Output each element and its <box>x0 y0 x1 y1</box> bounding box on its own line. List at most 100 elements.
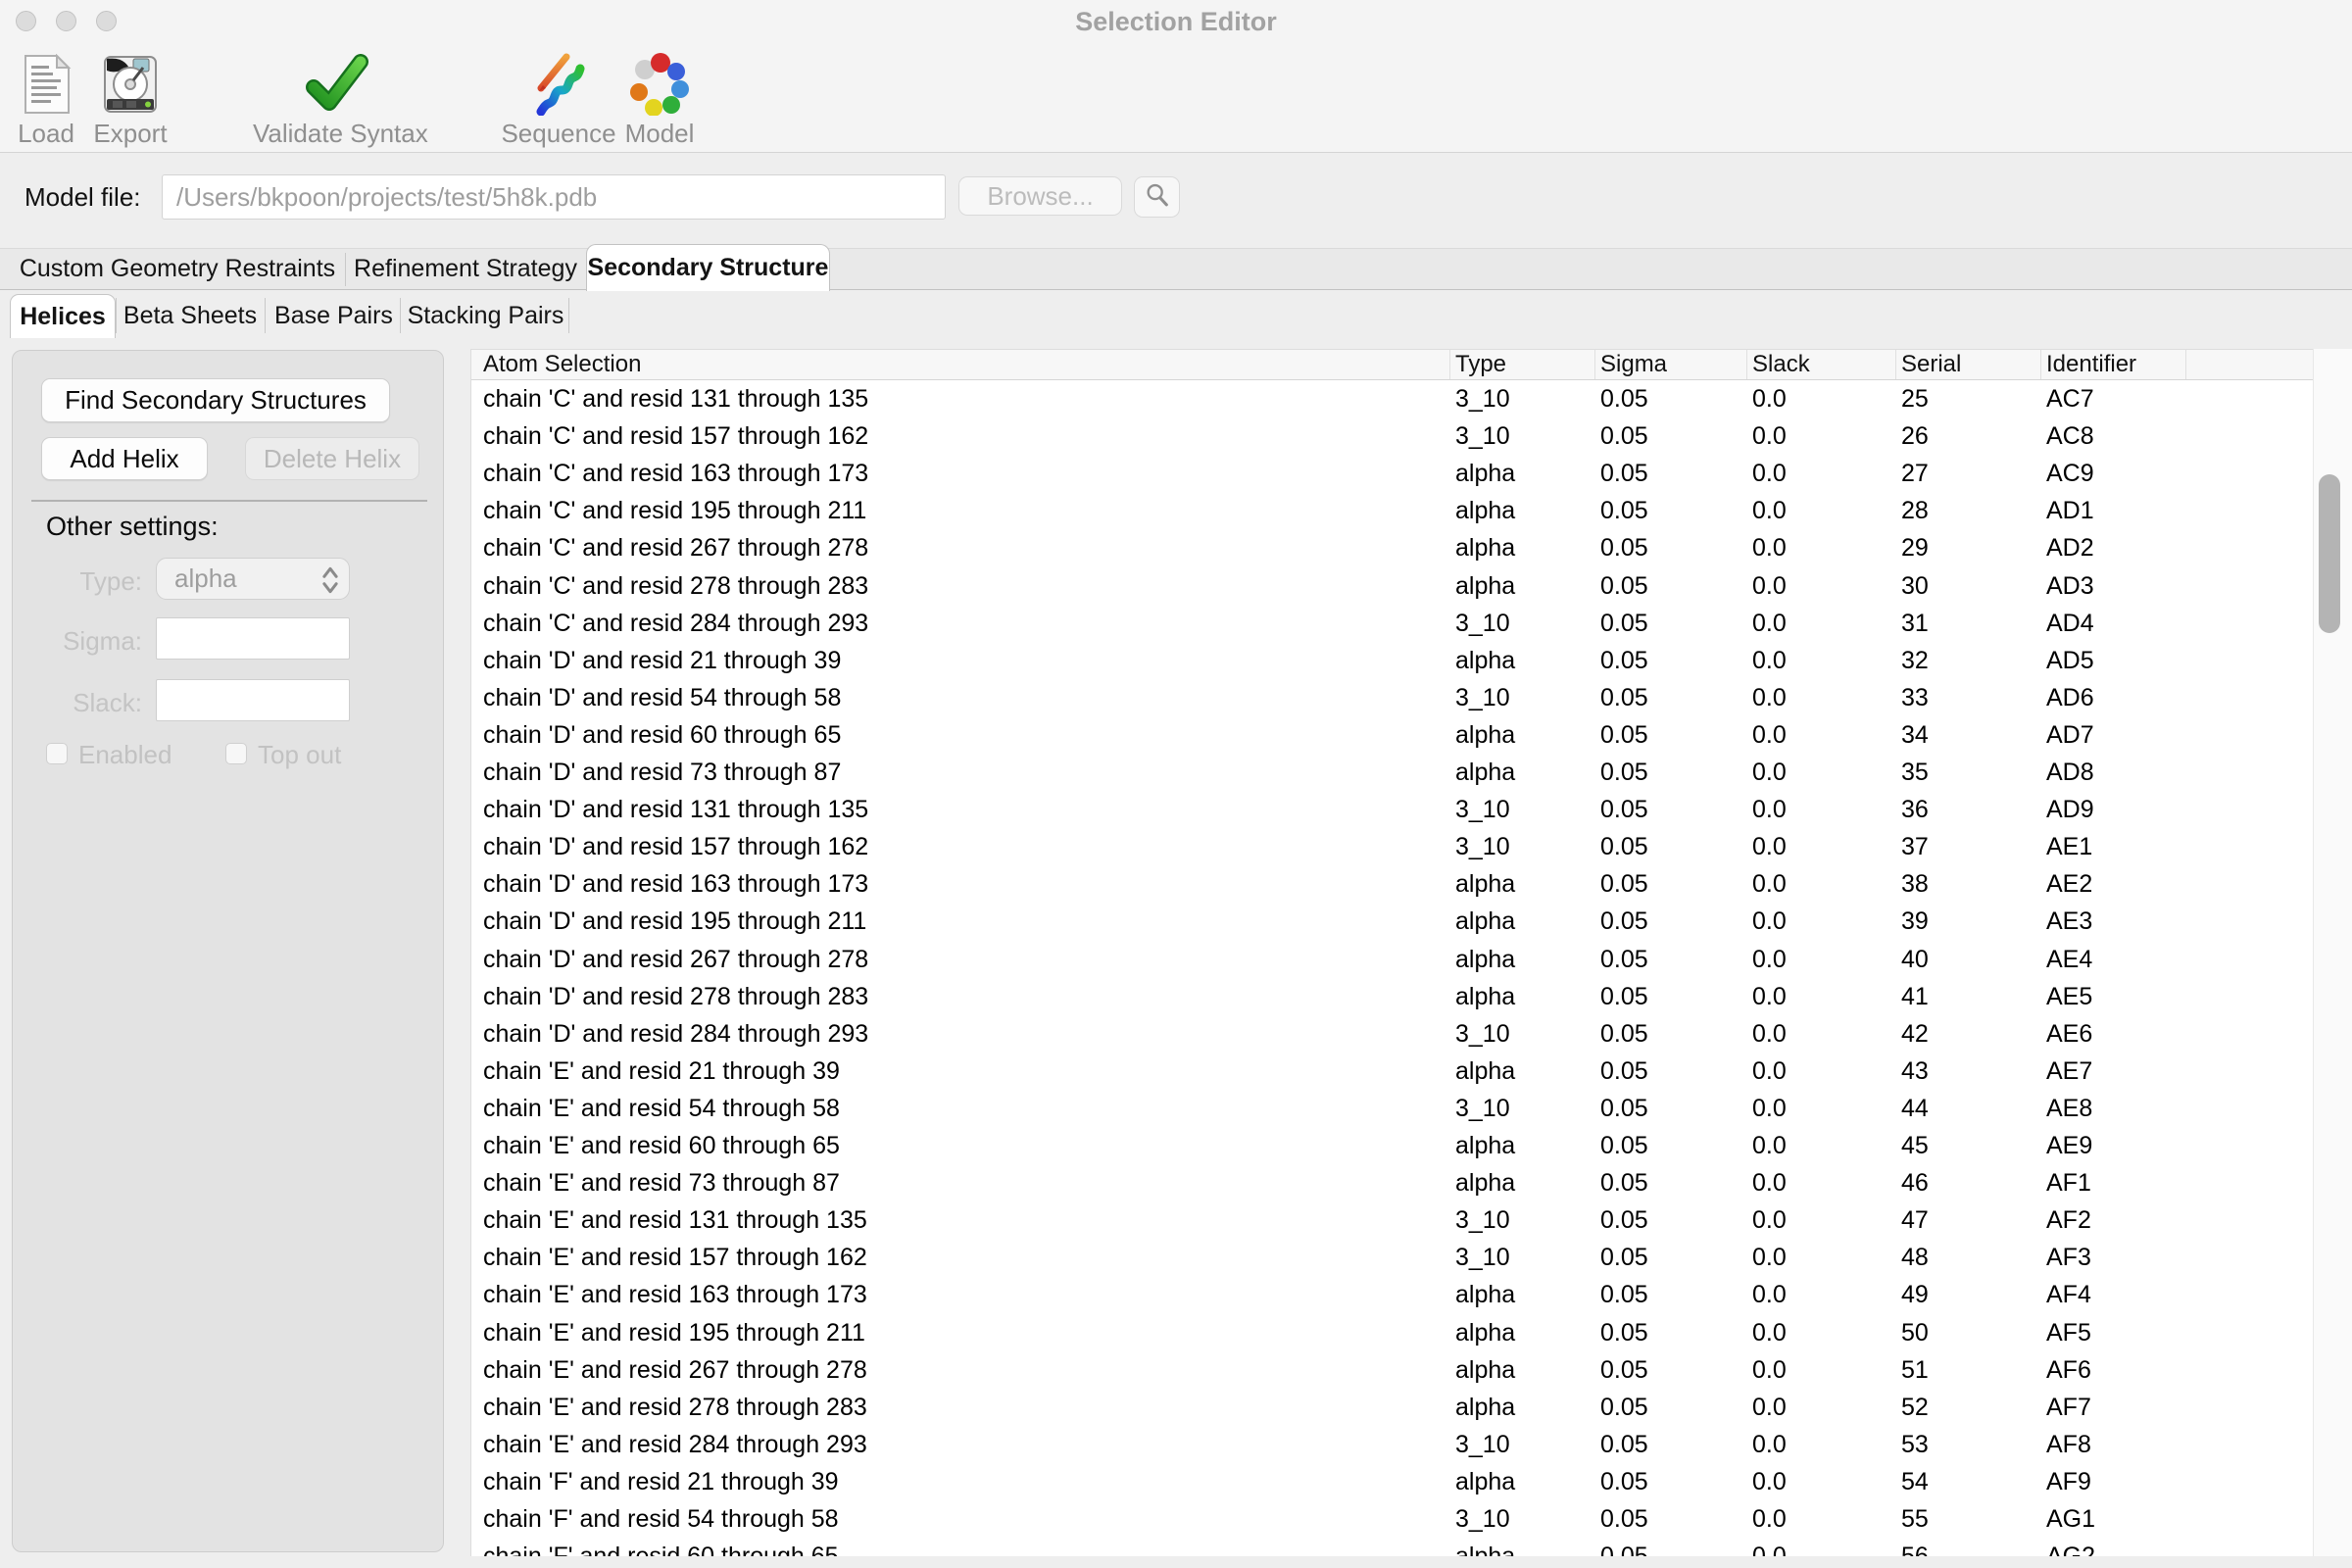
cell-slack: 0.0 <box>1752 1500 1787 1538</box>
subtab-helices[interactable]: Helices <box>10 294 116 338</box>
table-row[interactable]: chain 'E' and resid 73 through 87alpha0.… <box>471 1164 2313 1202</box>
window-title: Selection Editor <box>0 7 2352 37</box>
table-row[interactable]: chain 'D' and resid 267 through 278alpha… <box>471 941 2313 979</box>
table-row[interactable]: chain 'C' and resid 157 through 1623_100… <box>471 417 2313 456</box>
cell-type: 3_10 <box>1455 1015 1510 1053</box>
cell-identifier: AE6 <box>2046 1015 2092 1053</box>
scrollbar-thumb[interactable] <box>2319 474 2340 633</box>
column-header-slack[interactable]: Slack <box>1752 350 1810 379</box>
tab-refinement-strategy[interactable]: Refinement Strategy <box>345 249 586 289</box>
cell-identifier: AD4 <box>2046 605 2094 642</box>
column-header-sigma[interactable]: Sigma <box>1600 350 1667 379</box>
table-row[interactable]: chain 'D' and resid 73 through 87alpha0.… <box>471 754 2313 792</box>
cell-sigma: 0.05 <box>1600 865 1648 903</box>
model-file-input[interactable] <box>162 174 946 220</box>
table-row[interactable]: chain 'D' and resid 54 through 583_100.0… <box>471 679 2313 717</box>
type-label: Type: <box>13 566 142 597</box>
table-row[interactable]: chain 'D' and resid 284 through 2933_100… <box>471 1015 2313 1054</box>
table-row[interactable]: chain 'E' and resid 131 through 1353_100… <box>471 1201 2313 1240</box>
vertical-scrollbar[interactable] <box>2313 349 2352 1556</box>
find-secondary-structures-button[interactable]: Find Secondary Structures <box>41 378 390 422</box>
cell-type: alpha <box>1455 1538 1515 1556</box>
table-row[interactable]: chain 'D' and resid 278 through 283alpha… <box>471 978 2313 1016</box>
type-dropdown-value: alpha <box>174 564 237 594</box>
subtab-separator <box>400 298 401 333</box>
load-button[interactable]: Load <box>7 53 85 149</box>
cell-atom-selection: chain 'C' and resid 131 through 135 <box>483 380 868 417</box>
cell-sigma: 0.05 <box>1600 1015 1648 1053</box>
search-button[interactable] <box>1134 176 1180 218</box>
model-button[interactable]: Model <box>614 53 705 149</box>
cell-sigma: 0.05 <box>1600 1351 1648 1389</box>
table-row[interactable]: chain 'E' and resid 54 through 583_100.0… <box>471 1090 2313 1128</box>
subtab-beta-sheets[interactable]: Beta Sheets <box>120 294 261 337</box>
cell-atom-selection: chain 'E' and resid 60 through 65 <box>483 1127 840 1164</box>
cell-identifier: AE5 <box>2046 978 2092 1015</box>
table-row[interactable]: chain 'E' and resid 60 through 65alpha0.… <box>471 1127 2313 1165</box>
top-out-checkbox[interactable] <box>225 743 247 764</box>
table-row[interactable]: chain 'D' and resid 21 through 39alpha0.… <box>471 642 2313 680</box>
cell-slack: 0.0 <box>1752 1090 1787 1127</box>
column-divider <box>1449 350 1450 379</box>
delete-helix-button[interactable]: Delete Helix <box>245 437 419 480</box>
enabled-checkbox[interactable] <box>46 743 68 764</box>
table-row[interactable]: chain 'C' and resid 195 through 211alpha… <box>471 492 2313 530</box>
tab-secondary-structure[interactable]: Secondary Structure <box>586 244 830 291</box>
table-row[interactable]: chain 'E' and resid 195 through 211alpha… <box>471 1314 2313 1352</box>
table-row[interactable]: chain 'C' and resid 267 through 278alpha… <box>471 529 2313 567</box>
table-row[interactable]: chain 'F' and resid 21 through 39alpha0.… <box>471 1463 2313 1501</box>
magnifier-icon <box>1144 181 1171 214</box>
table-row[interactable]: chain 'F' and resid 54 through 583_100.0… <box>471 1500 2313 1539</box>
sequence-button[interactable]: Sequence <box>498 53 619 149</box>
column-header-atom-selection[interactable]: Atom Selection <box>483 350 641 379</box>
cell-slack: 0.0 <box>1752 1164 1787 1201</box>
table-row[interactable]: chain 'E' and resid 157 through 1623_100… <box>471 1239 2313 1277</box>
table-row[interactable]: chain 'F' and resid 60 through 65alpha0.… <box>471 1538 2313 1556</box>
add-helix-button[interactable]: Add Helix <box>41 437 208 480</box>
cell-serial: 40 <box>1901 941 1929 978</box>
table-row[interactable]: chain 'D' and resid 157 through 1623_100… <box>471 828 2313 866</box>
table-row[interactable]: chain 'D' and resid 163 through 173alpha… <box>471 865 2313 904</box>
table-row[interactable]: chain 'E' and resid 163 through 173alpha… <box>471 1276 2313 1314</box>
table-row[interactable]: chain 'D' and resid 195 through 211alpha… <box>471 903 2313 941</box>
table-row[interactable]: chain 'E' and resid 267 through 278alpha… <box>471 1351 2313 1390</box>
cell-type: 3_10 <box>1455 791 1510 828</box>
cell-sigma: 0.05 <box>1600 941 1648 978</box>
cell-serial: 42 <box>1901 1015 1929 1053</box>
cell-atom-selection: chain 'C' and resid 195 through 211 <box>483 492 866 529</box>
cell-serial: 52 <box>1901 1389 1929 1426</box>
column-header-identifier[interactable]: Identifier <box>2046 350 2136 379</box>
table-row[interactable]: chain 'C' and resid 163 through 173alpha… <box>471 455 2313 493</box>
cell-identifier: AF2 <box>2046 1201 2091 1239</box>
cell-identifier: AE4 <box>2046 941 2092 978</box>
table-row[interactable]: chain 'C' and resid 278 through 283alpha… <box>471 567 2313 606</box>
cell-type: 3_10 <box>1455 1239 1510 1276</box>
subtab-base-pairs[interactable]: Base Pairs <box>270 294 397 337</box>
table-row[interactable]: chain 'E' and resid 284 through 2933_100… <box>471 1426 2313 1464</box>
table-row[interactable]: chain 'C' and resid 284 through 2933_100… <box>471 605 2313 643</box>
cell-slack: 0.0 <box>1752 903 1787 940</box>
table-row[interactable]: chain 'C' and resid 131 through 1353_100… <box>471 380 2313 418</box>
cell-identifier: AC8 <box>2046 417 2094 455</box>
cell-slack: 0.0 <box>1752 529 1787 566</box>
sigma-field[interactable] <box>156 617 350 660</box>
table-row[interactable]: chain 'E' and resid 21 through 39alpha0.… <box>471 1053 2313 1091</box>
cell-type: alpha <box>1455 978 1515 1015</box>
divider <box>31 500 427 502</box>
tab-custom-geometry-restraints[interactable]: Custom Geometry Restraints <box>10 249 345 289</box>
validate-syntax-button[interactable]: Validate Syntax <box>253 53 419 149</box>
table-row[interactable]: chain 'D' and resid 131 through 1353_100… <box>471 791 2313 829</box>
subtab-stacking-pairs[interactable]: Stacking Pairs <box>405 294 566 337</box>
column-header-type[interactable]: Type <box>1455 350 1506 379</box>
table-row[interactable]: chain 'E' and resid 278 through 283alpha… <box>471 1389 2313 1427</box>
browse-button[interactable]: Browse... <box>958 176 1122 216</box>
slack-field[interactable] <box>156 679 350 721</box>
cell-identifier: AF4 <box>2046 1276 2091 1313</box>
type-dropdown[interactable]: alpha <box>156 558 350 600</box>
cell-identifier: AD3 <box>2046 567 2094 605</box>
column-header-serial[interactable]: Serial <box>1901 350 1961 379</box>
table-row[interactable]: chain 'D' and resid 60 through 65alpha0.… <box>471 716 2313 755</box>
cell-serial: 48 <box>1901 1239 1929 1276</box>
export-button[interactable]: Export <box>85 53 175 149</box>
cell-atom-selection: chain 'E' and resid 73 through 87 <box>483 1164 840 1201</box>
